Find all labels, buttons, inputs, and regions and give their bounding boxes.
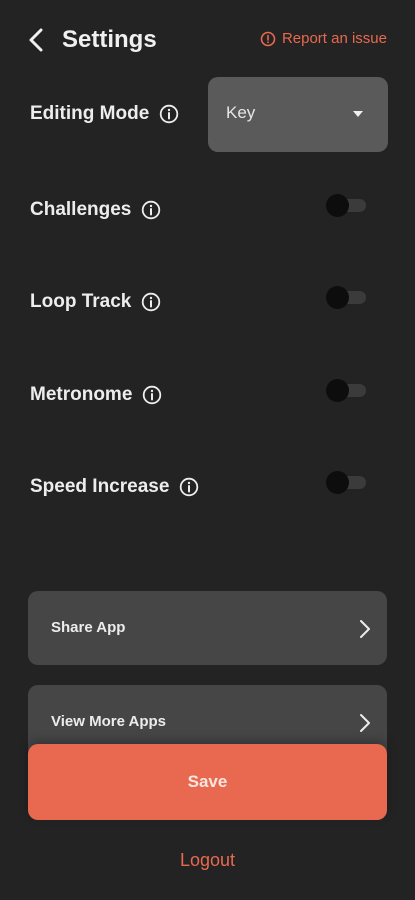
editing-mode-value: Key [226, 103, 256, 122]
view-more-apps-label: View More Apps [51, 713, 167, 730]
speed-increase-label: Speed Increase [30, 476, 170, 497]
header: Settings Report an issue [0, 0, 415, 80]
report-issue-label: Report an issue [281, 30, 387, 47]
save-button[interactable]: Save [28, 744, 387, 820]
challenges-toggle[interactable] [326, 193, 368, 217]
toggle-knob [326, 194, 349, 217]
chevron-right-icon [360, 620, 370, 638]
logout-link[interactable]: Logout [0, 850, 415, 871]
save-label: Save [187, 772, 228, 791]
info-icon[interactable] [141, 200, 161, 220]
chevron-right-icon [360, 714, 370, 732]
editing-mode-dropdown[interactable]: Key [208, 77, 388, 152]
toggle-knob [326, 471, 349, 494]
speed-increase-toggle[interactable] [326, 470, 368, 494]
back-button[interactable] [22, 24, 50, 56]
share-app-button[interactable]: Share App [28, 591, 387, 665]
toggle-knob [326, 379, 349, 402]
challenges-label: Challenges [30, 199, 132, 220]
page-title: Settings [62, 26, 157, 53]
alert-circle-icon [260, 31, 276, 47]
info-icon[interactable] [141, 292, 161, 312]
loop-track-label: Loop Track [30, 291, 132, 312]
share-app-label: Share App [51, 619, 126, 636]
info-icon[interactable] [159, 104, 179, 124]
metronome-label: Metronome [30, 384, 133, 405]
loop-track-toggle[interactable] [326, 285, 368, 309]
caret-down-icon [353, 111, 363, 117]
toggle-knob [326, 286, 349, 309]
report-issue-link[interactable]: Report an issue [260, 28, 387, 50]
chevron-left-icon [29, 28, 43, 52]
info-icon[interactable] [142, 385, 162, 405]
metronome-toggle[interactable] [326, 378, 368, 402]
editing-mode-label: Editing Mode [30, 103, 150, 124]
info-icon[interactable] [179, 477, 199, 497]
